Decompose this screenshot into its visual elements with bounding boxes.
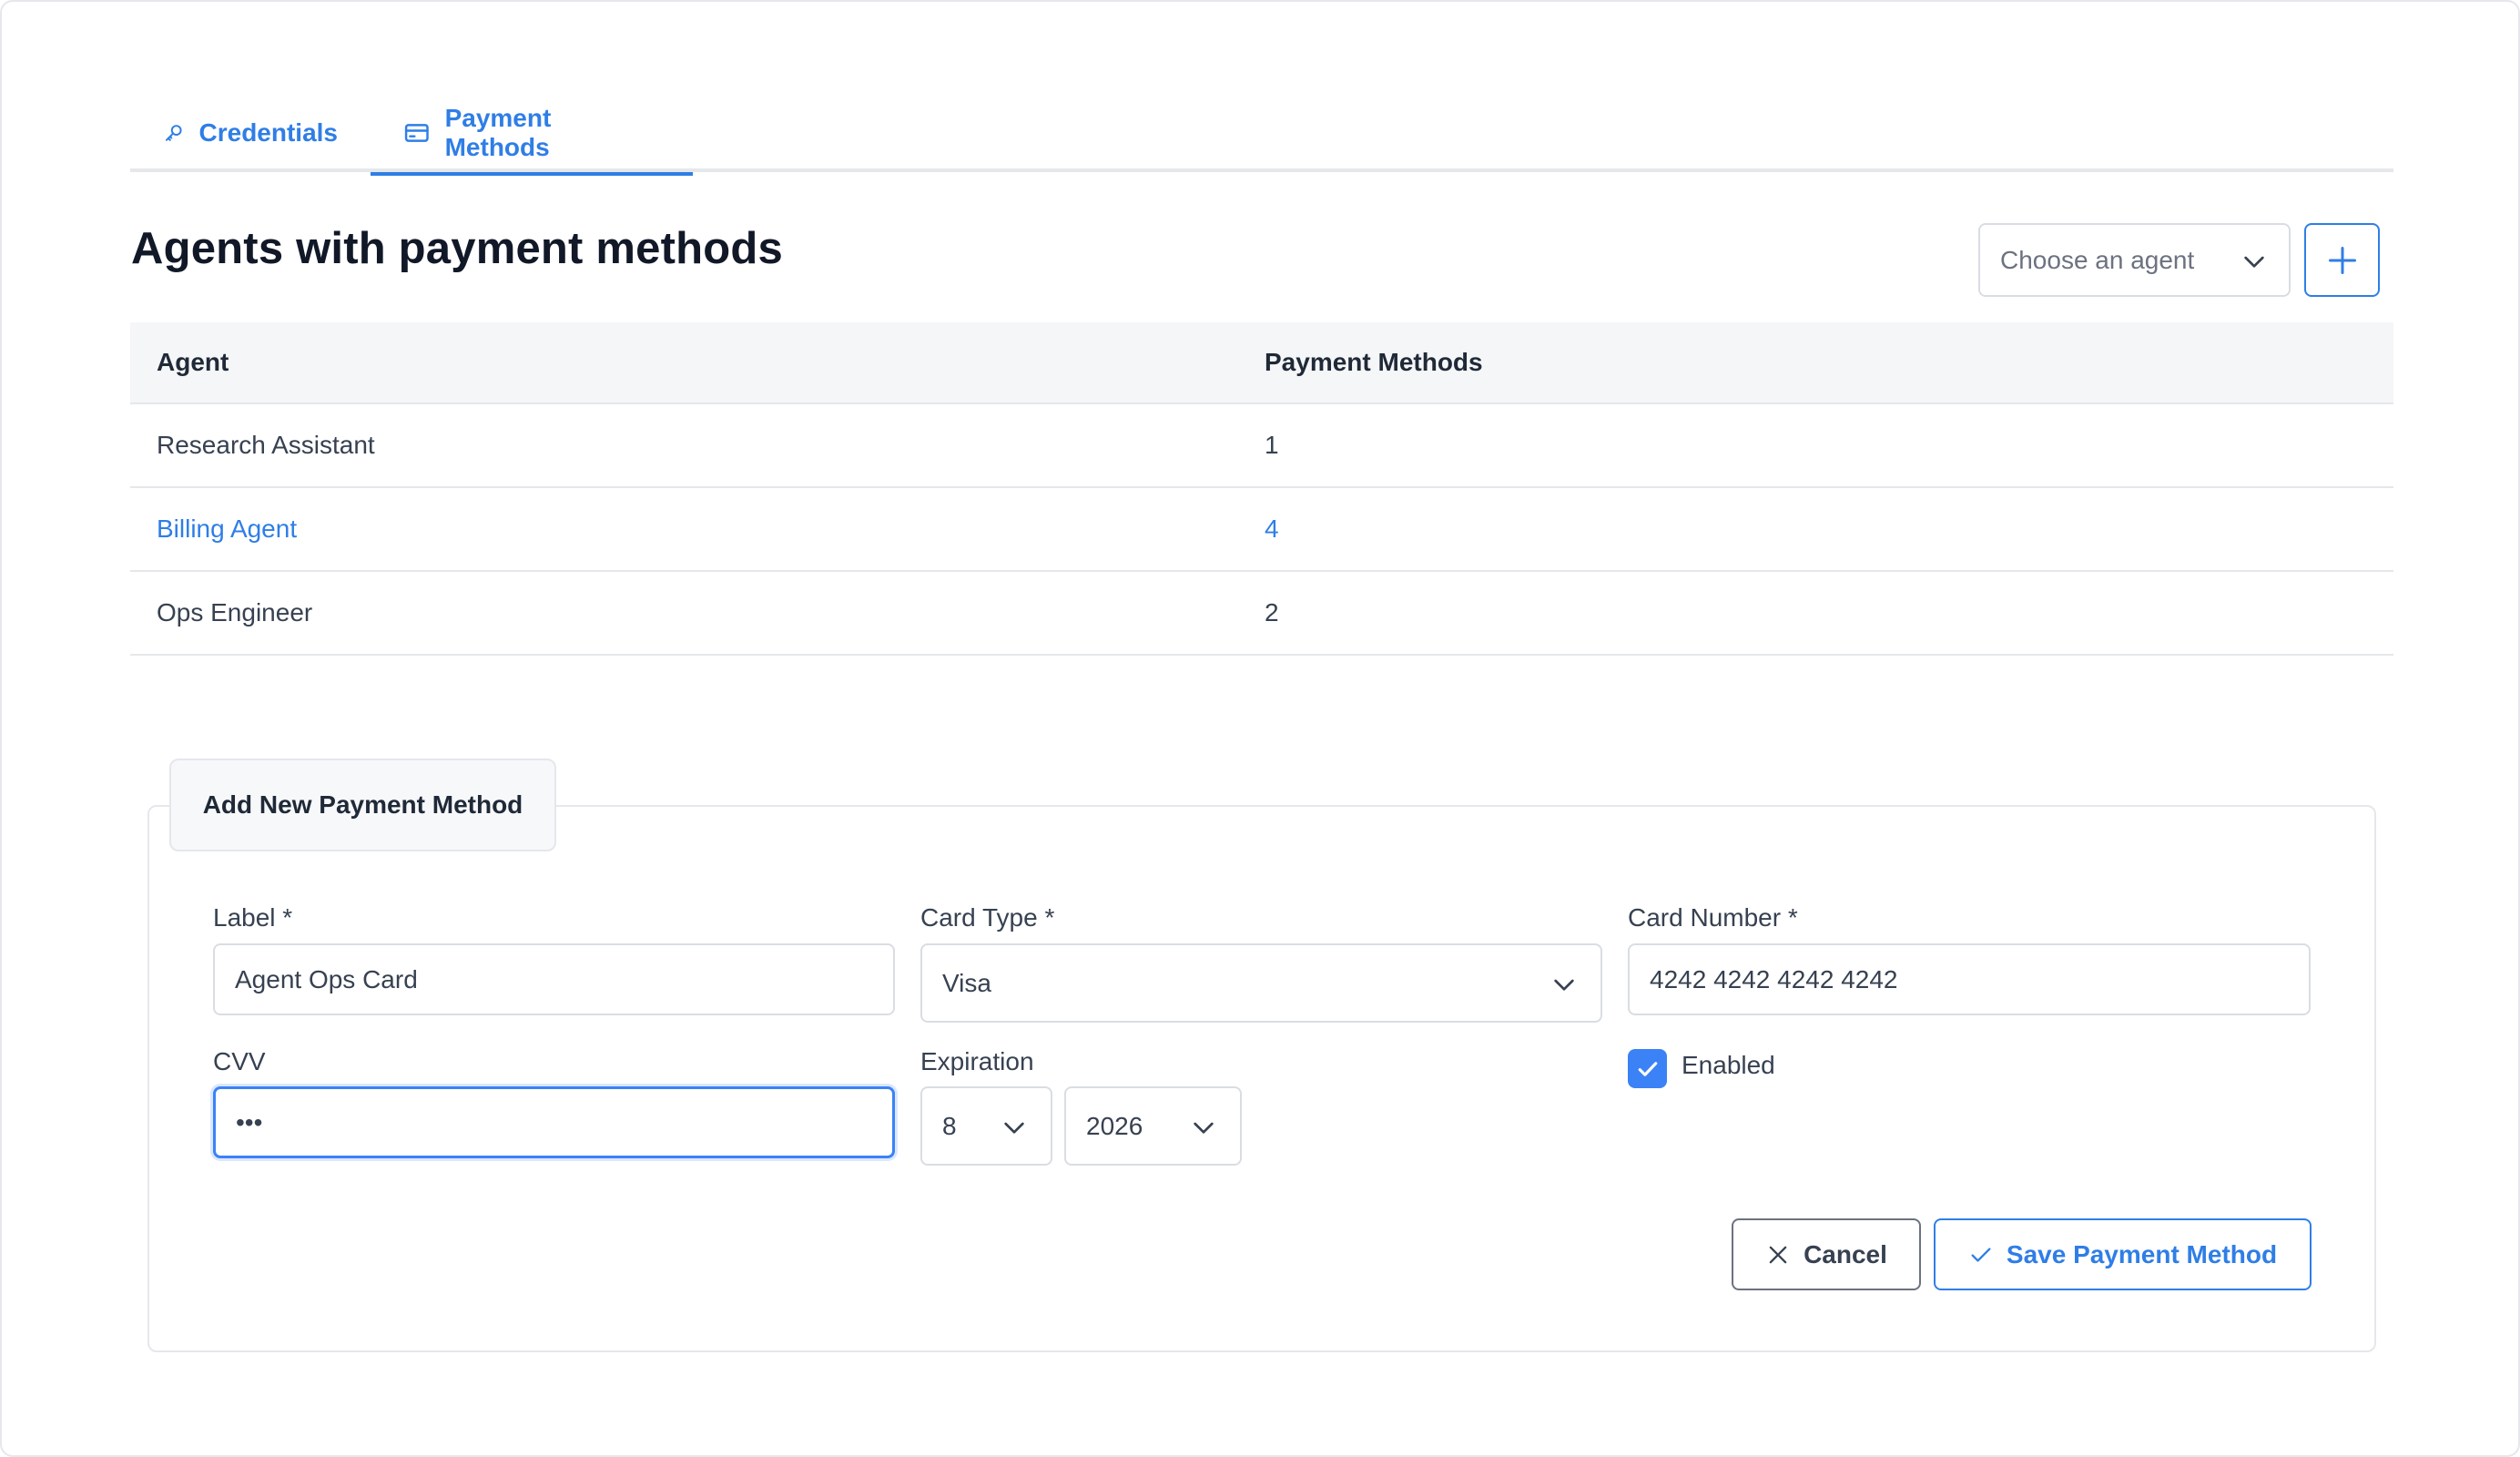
cancel-button-label: Cancel bbox=[1804, 1239, 1887, 1269]
credit-card-icon bbox=[404, 123, 429, 142]
cvv-input[interactable]: ••• bbox=[213, 1086, 895, 1158]
form-title: Add New Payment Method bbox=[169, 759, 556, 851]
close-icon bbox=[1769, 1246, 1787, 1263]
card-number-label: Card Number * bbox=[1628, 903, 1798, 932]
agent-name: Ops Engineer bbox=[157, 598, 313, 627]
expiration-month-value: 8 bbox=[942, 1111, 957, 1140]
expiration-label: Expiration bbox=[920, 1047, 1034, 1075]
table-row[interactable]: Ops Engineer 2 bbox=[130, 572, 2393, 656]
cvv-label: CVV bbox=[213, 1047, 266, 1075]
tab-payment-methods[interactable]: Payment Methods bbox=[371, 93, 693, 176]
agent-name[interactable]: Billing Agent bbox=[130, 515, 1265, 544]
save-button-label: Save Payment Method bbox=[2006, 1239, 2278, 1269]
key-icon bbox=[165, 124, 182, 141]
expiration-year-value: 2026 bbox=[1086, 1111, 1143, 1140]
enabled-checkbox[interactable] bbox=[1628, 1049, 1667, 1088]
agent-name: Research Assistant bbox=[157, 431, 375, 459]
column-header-agent: Agent bbox=[157, 348, 229, 376]
table-row[interactable]: Billing Agent 4 bbox=[130, 488, 2393, 572]
check-icon bbox=[1971, 1247, 1991, 1262]
card-type-select[interactable]: Visa bbox=[920, 943, 1602, 1023]
tab-payment-methods-label: Payment Methods bbox=[444, 103, 552, 161]
expiration-year-select[interactable]: 2026 bbox=[1064, 1086, 1242, 1166]
chevron-down-icon bbox=[1194, 1122, 1214, 1134]
tab-credentials[interactable]: Credentials bbox=[130, 93, 371, 172]
payment-method-count: 1 bbox=[1265, 431, 1279, 459]
table-row[interactable]: Research Assistant 1 bbox=[130, 404, 2393, 488]
payment-method-count[interactable]: 4 bbox=[1265, 515, 2393, 544]
card-type-label: Card Type * bbox=[920, 903, 1055, 932]
agent-select[interactable]: Choose an agent bbox=[1978, 223, 2291, 297]
chevron-down-icon bbox=[2244, 256, 2264, 268]
label-input[interactable]: Agent Ops Card bbox=[213, 943, 895, 1015]
chevron-down-icon bbox=[1554, 979, 1574, 991]
agent-select-placeholder: Choose an agent bbox=[2000, 245, 2195, 274]
card-number-input[interactable]: 4242 4242 4242 4242 bbox=[1628, 943, 2311, 1015]
expiration-month-select[interactable]: 8 bbox=[920, 1086, 1052, 1166]
column-header-payment-methods: Payment Methods bbox=[1265, 348, 1483, 376]
check-icon bbox=[1638, 1061, 1657, 1076]
agents-table: Agent Payment Methods Research Assistant… bbox=[130, 322, 2393, 656]
enabled-label: Enabled bbox=[1682, 1051, 1775, 1079]
payment-method-count: 2 bbox=[1265, 598, 1279, 627]
chevron-down-icon bbox=[1004, 1122, 1024, 1134]
tab-bar: Credentials Payment Methods bbox=[130, 93, 2393, 176]
plus-icon bbox=[2328, 246, 2356, 274]
tab-credentials-label: Credentials bbox=[198, 117, 339, 147]
add-agent-button[interactable] bbox=[2304, 223, 2380, 297]
label-field-label: Label * bbox=[213, 903, 293, 932]
table-header: Agent Payment Methods bbox=[130, 322, 2393, 404]
save-payment-method-button[interactable]: Save Payment Method bbox=[1934, 1218, 2312, 1290]
app-window: Credentials Payment Methods Agents with … bbox=[0, 0, 2520, 1457]
page-title: Agents with payment methods bbox=[131, 224, 783, 273]
cancel-button[interactable]: Cancel bbox=[1732, 1218, 1921, 1290]
card-type-value: Visa bbox=[942, 968, 991, 997]
